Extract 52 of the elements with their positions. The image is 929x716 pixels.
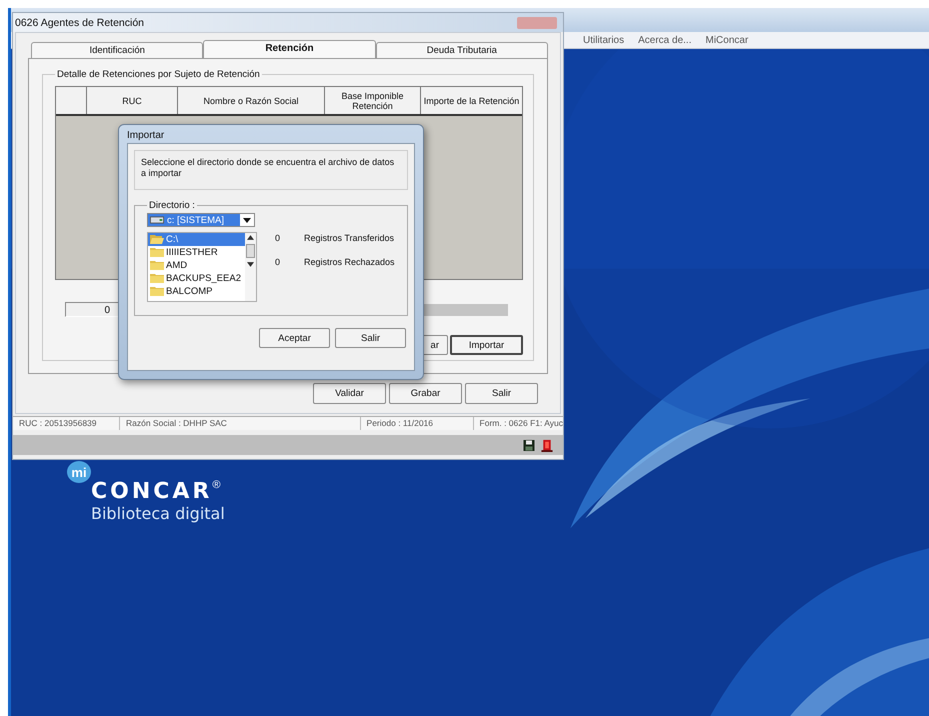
group-title: Detalle de Retenciones por Sujeto de Retención bbox=[56, 69, 261, 80]
record-count: 0 bbox=[275, 233, 280, 243]
status-text: Razón Social : DHHP SAC bbox=[120, 417, 361, 430]
logo-tagline: Biblioteca digital bbox=[91, 504, 225, 523]
menu-item[interactable]: MiConcar bbox=[705, 34, 748, 46]
folder-item[interactable]: AMD bbox=[148, 259, 245, 272]
scroll-down-icon[interactable] bbox=[247, 262, 254, 267]
dialog-button[interactable]: Salir bbox=[335, 328, 406, 348]
scroll-thumb[interactable] bbox=[246, 244, 255, 258]
folder-item[interactable]: IIIIIESTHER bbox=[148, 246, 245, 259]
instruction-text: Seleccione el directorio donde se encuentra el archivo de datos a importar bbox=[134, 150, 408, 190]
folder-item[interactable]: BACKUPS_EEA2 bbox=[148, 272, 245, 285]
scrollbar[interactable] bbox=[245, 233, 256, 301]
folder-icon bbox=[150, 247, 164, 258]
tab[interactable]: Retención bbox=[203, 40, 376, 58]
drive-dropdown[interactable]: c: [SISTEMA] bbox=[147, 213, 255, 227]
status-text: RUC : 20513956839 bbox=[13, 417, 120, 430]
exit-door-icon[interactable] bbox=[541, 438, 553, 452]
dialog-button[interactable]: Aceptar bbox=[259, 328, 330, 348]
window-title: 0626 Agentes de Retención bbox=[14, 16, 144, 28]
scroll-up-icon[interactable] bbox=[247, 235, 254, 240]
drive-name: c: [SISTEMA] bbox=[167, 214, 224, 226]
folder-icon bbox=[150, 286, 164, 297]
folder-item[interactable]: BALCOMP bbox=[148, 285, 245, 298]
dialog-title: Importar bbox=[127, 129, 164, 143]
registered-mark: ® bbox=[212, 479, 220, 491]
caret-icon bbox=[243, 218, 251, 222]
menu-item[interactable]: Utilitarios bbox=[583, 34, 624, 46]
action-button[interactable]: Validar bbox=[313, 383, 386, 404]
tab[interactable]: Deuda Tributaria bbox=[376, 42, 548, 58]
action-button[interactable]: Salir bbox=[465, 383, 538, 404]
menu-item[interactable]: Acerca de... bbox=[638, 34, 692, 46]
status-text: Form. : 0626 F1: Ayuc bbox=[478, 417, 563, 430]
logo-wordmark: CONCAR bbox=[91, 479, 212, 504]
column-header: RUC bbox=[87, 87, 178, 114]
action-button[interactable]: Grabar bbox=[389, 383, 462, 404]
tab[interactable]: Identificación bbox=[31, 42, 204, 58]
record-count: 0 bbox=[275, 257, 280, 267]
column-header: Base Imponible Retención bbox=[325, 87, 421, 114]
folder-item[interactable]: C:\ bbox=[148, 233, 245, 246]
record-label: Registros Rechazados bbox=[304, 257, 395, 267]
folder-icon bbox=[150, 273, 164, 284]
counter-field: 0 bbox=[65, 302, 121, 317]
group-title: Directorio : bbox=[148, 200, 196, 211]
column-header: Importe de la Retención bbox=[422, 94, 520, 108]
column-header: Nombre o Razón Social bbox=[178, 87, 325, 114]
drive-icon bbox=[150, 216, 164, 224]
status-text: Periodo : 11/2016 bbox=[360, 417, 474, 430]
record-label: Registros Transferidos bbox=[304, 233, 394, 243]
open-folder-icon bbox=[150, 234, 164, 245]
import-button[interactable]: Importar bbox=[450, 335, 523, 355]
folder-icon bbox=[150, 260, 164, 271]
